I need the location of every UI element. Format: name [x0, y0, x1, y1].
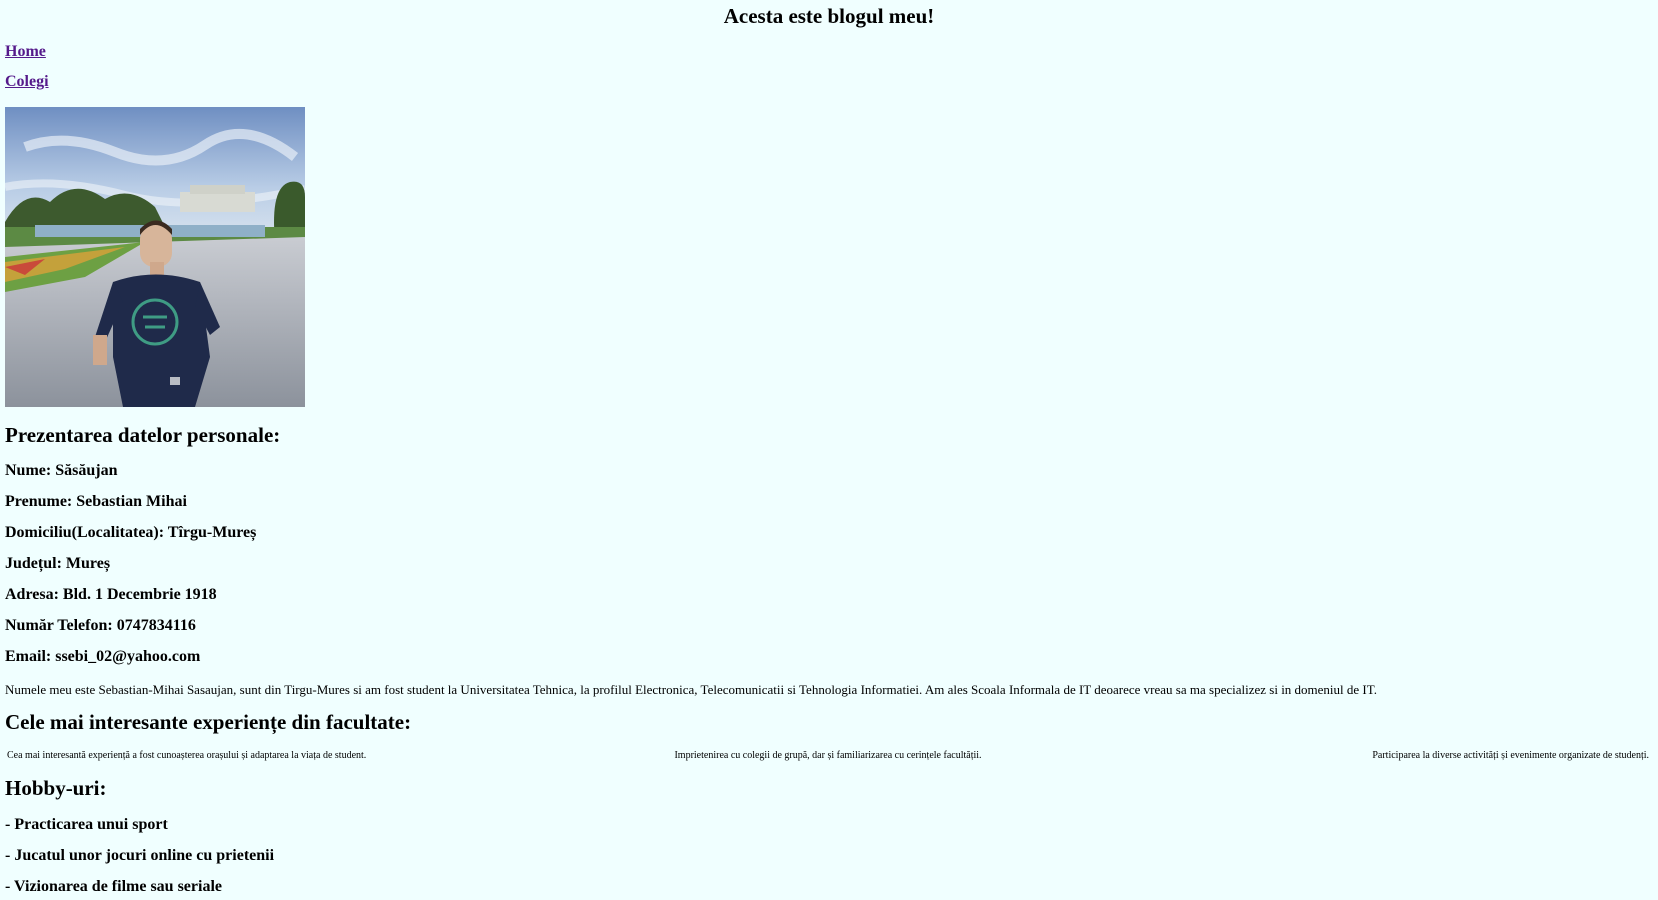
bio-paragraph: Numele meu este Sebastian-Mihai Sasaujan…	[5, 682, 1377, 697]
detail-nume: Nume: Săsăujan	[5, 462, 118, 479]
detail-prenume: Prenume: Sebastian Mihai	[5, 493, 187, 510]
detail-email: Email: ssebi_02@yahoo.com	[5, 648, 201, 665]
detail-judet: Județul: Mureș	[5, 555, 111, 572]
profile-photo	[5, 107, 305, 407]
page: Acesta este blogul meu! Home Colegi Prez…	[0, 0, 1658, 900]
site-title: Acesta este blogul meu!	[723, 4, 935, 28]
hobby-item: - Jucatul unor jocuri online cu prieteni…	[5, 847, 275, 864]
nav-link-colegi[interactable]: Colegi	[5, 73, 49, 91]
nav-link-home[interactable]: Home	[5, 43, 46, 61]
experience-item: Participarea la diverse activități și ev…	[1372, 750, 1649, 761]
experiences-row: Cea mai interesantă experiență a fost cu…	[5, 750, 1651, 766]
detail-telefon: Număr Telefon: 0747834116	[5, 617, 196, 634]
hobby-item: - Vizionarea de filme sau seriale	[5, 878, 222, 895]
detail-domiciliu: Domiciliu(Localitatea): Tîrgu-Mureș	[5, 524, 257, 541]
hobby-item: - Practicarea unui sport	[5, 816, 168, 833]
profile-photo-illustration	[5, 107, 305, 407]
experiences-heading: Cele mai interesante experiențe din facu…	[5, 710, 412, 734]
detail-adresa: Adresa: Bld. 1 Decembrie 1918	[5, 586, 217, 603]
hobbies-heading: Hobby-uri:	[5, 776, 107, 800]
personal-data-heading: Prezentarea datelor personale:	[5, 423, 281, 447]
